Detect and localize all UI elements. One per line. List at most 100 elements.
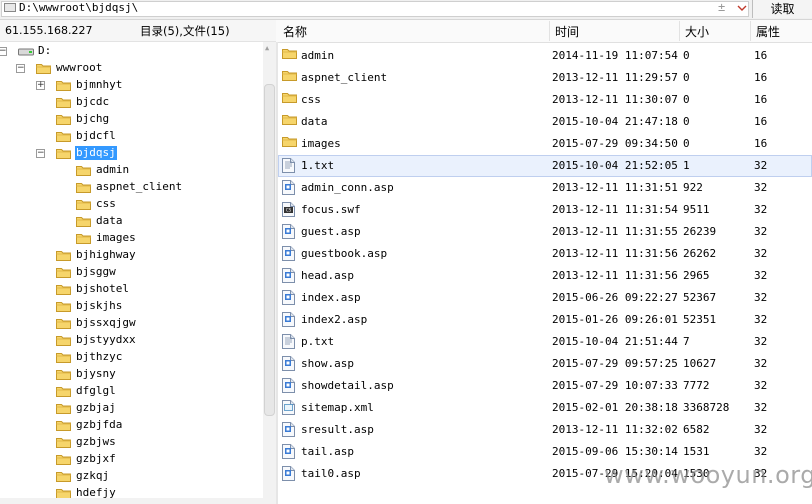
tree-node-drive[interactable]: − D: (0, 43, 262, 60)
tree-node-bjcdc[interactable]: bjcdc (0, 94, 262, 111)
file-row[interactable]: head.asp 2013-12-11 11:31:56 2965 32 (278, 265, 812, 287)
tree-node-bjmnhyt[interactable]: + bjmnhyt (0, 77, 262, 94)
folder-icon (76, 182, 91, 193)
folder-icon (56, 471, 71, 482)
plus-minus-icon[interactable]: ± (718, 0, 725, 15)
expand-icon[interactable]: + (36, 81, 45, 90)
file-size: 1531 (683, 445, 710, 458)
file-row[interactable]: data 2015-10-04 21:47:18 0 16 (278, 111, 812, 133)
tree-node-dfglgl[interactable]: dfglgl (0, 383, 262, 400)
tree-node-bjhighway[interactable]: bjhighway (0, 247, 262, 264)
tree-node-bjskjhs[interactable]: bjskjhs (0, 298, 262, 315)
tree-node-data[interactable]: data (0, 213, 262, 230)
tree-node-bjchg[interactable]: bjchg (0, 111, 262, 128)
tree-node-wwwroot[interactable]: − wwwroot (0, 60, 262, 77)
tree-horizontal-scrollbar[interactable] (0, 498, 276, 504)
asp-file-icon (282, 422, 295, 440)
file-row[interactable]: 1.txt 2015-10-04 21:52:05 1 32 (278, 155, 812, 177)
file-row[interactable]: aspnet_client 2013-12-11 11:29:57 0 16 (278, 67, 812, 89)
tree-node-gzbjaj[interactable]: gzbjaj (0, 400, 262, 417)
file-time: 2014-11-19 11:07:54 (552, 49, 678, 62)
file-row[interactable]: index2.asp 2015-01-26 09:26:01 52351 32 (278, 309, 812, 331)
chevron-down-icon[interactable] (736, 1, 748, 15)
file-row[interactable]: index.asp 2015-06-26 09:22:27 52367 32 (278, 287, 812, 309)
server-ip: 61.155.168.227 (5, 24, 93, 37)
file-time: 2013-12-11 11:29:57 (552, 71, 678, 84)
column-header-time[interactable]: 时间 (555, 23, 579, 40)
tree-node-bjssxqjgw[interactable]: bjssxqjgw (0, 315, 262, 332)
asp-file-icon (282, 290, 295, 308)
scrollbar-thumb[interactable] (264, 84, 275, 416)
read-button[interactable]: 读取 (752, 0, 812, 18)
column-divider[interactable] (679, 21, 680, 41)
file-row[interactable]: guest.asp 2013-12-11 11:31:55 26239 32 (278, 221, 812, 243)
tree-node-aspnet_client[interactable]: aspnet_client (0, 179, 262, 196)
tree-node-bjsggw[interactable]: bjsggw (0, 264, 262, 281)
tree-node-bjstyydxx[interactable]: bjstyydxx (0, 332, 262, 349)
scroll-up-icon[interactable]: ▲ (265, 44, 269, 52)
folder-icon (56, 114, 71, 125)
collapse-icon[interactable]: − (36, 149, 45, 158)
file-row[interactable]: sitemap.xml 2015-02-01 20:38:18 3368728 32 (278, 397, 812, 419)
file-row[interactable]: show.asp 2015-07-29 09:57:25 10627 32 (278, 353, 812, 375)
file-row[interactable]: admin_conn.asp 2013-12-11 11:31:51 922 32 (278, 177, 812, 199)
file-time: 2015-07-29 09:57:25 (552, 357, 678, 370)
file-name: 1.txt (301, 159, 335, 172)
file-size: 26262 (683, 247, 717, 260)
file-size: 7772 (683, 379, 710, 392)
tree-node-css[interactable]: css (0, 196, 262, 213)
file-name: p.txt (301, 335, 335, 348)
asp-file-icon (282, 246, 295, 264)
tree-node-gzbjws[interactable]: gzbjws (0, 434, 262, 451)
tree-node-bjysny[interactable]: bjysny (0, 366, 262, 383)
file-row[interactable]: CS focus.swf 2013-12-11 11:31:54 9511 32 (278, 199, 812, 221)
file-name: css (301, 93, 321, 106)
tree-node-bjdcfl[interactable]: bjdcfl (0, 128, 262, 145)
asp-file-icon (282, 180, 295, 198)
folder-icon (56, 284, 71, 295)
collapse-icon[interactable]: − (16, 64, 25, 73)
tree-node-label: aspnet_client (96, 180, 183, 193)
file-name: showdetail.asp (301, 379, 394, 392)
file-row[interactable]: images 2015-07-29 09:34:50 0 16 (278, 133, 812, 155)
file-row[interactable]: admin 2014-11-19 11:07:54 0 16 (278, 45, 812, 67)
tree-node-bjshotel[interactable]: bjshotel (0, 281, 262, 298)
folder-icon (282, 114, 297, 128)
file-size: 0 (683, 137, 690, 150)
tree-node-bjdqsj[interactable]: − bjdqsj (0, 145, 262, 162)
tree-node-gzbjfda[interactable]: gzbjfda (0, 417, 262, 434)
file-row[interactable]: showdetail.asp 2015-07-29 10:07:33 7772 32 (278, 375, 812, 397)
file-time: 2015-09-06 15:30:14 (552, 445, 678, 458)
asp-file-icon (282, 356, 295, 374)
file-row[interactable]: guestbook.asp 2013-12-11 11:31:56 26262 32 (278, 243, 812, 265)
file-size: 6582 (683, 423, 710, 436)
file-time: 2013-12-11 11:31:56 (552, 269, 678, 282)
path-text[interactable]: D:\wwwroot\bjdqsj\ (19, 1, 138, 15)
column-divider[interactable] (750, 21, 751, 41)
file-row[interactable]: css 2013-12-11 11:30:07 0 16 (278, 89, 812, 111)
column-header-name[interactable]: 名称 (283, 23, 307, 40)
column-divider[interactable] (549, 21, 550, 41)
tree-node-bjthzyc[interactable]: bjthzyc (0, 349, 262, 366)
tree-node-images[interactable]: images (0, 230, 262, 247)
folder-icon (76, 216, 91, 227)
tree-node-label: bjdcfl (76, 129, 116, 142)
tree-node-label: bjshotel (76, 282, 129, 295)
collapse-icon[interactable]: − (0, 47, 7, 56)
tree-node-admin[interactable]: admin (0, 162, 262, 179)
file-time: 2013-12-11 11:31:56 (552, 247, 678, 260)
asp-file-icon (282, 444, 295, 462)
text-file-icon (282, 158, 295, 176)
tree-node-gzkqj[interactable]: gzkqj (0, 468, 262, 485)
column-header-size[interactable]: 大小 (685, 23, 709, 40)
file-row[interactable]: sresult.asp 2013-12-11 11:32:02 6582 32 (278, 419, 812, 441)
file-size: 26239 (683, 225, 717, 238)
file-name: admin_conn.asp (301, 181, 394, 194)
file-time: 2015-10-04 21:52:05 (552, 159, 678, 172)
file-attr: 32 (754, 159, 768, 172)
file-name: focus.swf (301, 203, 361, 216)
file-row[interactable]: p.txt 2015-10-04 21:51:44 7 32 (278, 331, 812, 353)
tree-node-gzbjxf[interactable]: gzbjxf (0, 451, 262, 468)
column-header-attr[interactable]: 属性 (756, 23, 780, 40)
file-row[interactable]: tail.asp 2015-09-06 15:30:14 1531 32 (278, 441, 812, 463)
